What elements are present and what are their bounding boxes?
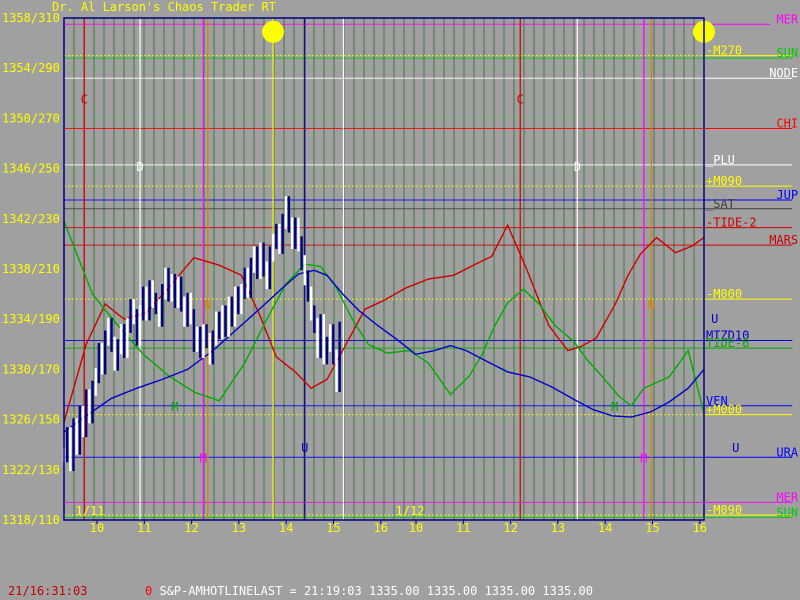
right-level-label: SUN	[776, 46, 798, 60]
y-tick-label: 1318/110	[2, 513, 60, 527]
y-tick-label: 1330/170	[2, 362, 60, 376]
event-marker-m: M	[171, 400, 178, 414]
right-labels: MER -M270 SUN NODE CHI _PLU +M090 JUP _SAT -TIDE-…	[706, 12, 799, 519]
event-marker-d: D	[136, 160, 143, 174]
status-time: 21/16:31:03	[8, 584, 88, 598]
event-marker-n: N	[648, 298, 655, 312]
event-marker-d: D	[574, 160, 581, 174]
right-level-label: MARS	[769, 233, 798, 247]
right-level-label: _SAT	[706, 197, 735, 211]
event-marker-m: M	[200, 451, 207, 465]
event-marker-u: U	[301, 441, 308, 455]
chart-title: Dr. Al Larson's Chaos Trader RT	[52, 0, 276, 14]
date-label: 1/12	[396, 504, 425, 518]
right-level-label: +M090	[706, 174, 742, 188]
status-prefix: 0	[145, 584, 153, 598]
y-tick-label: 1326/150	[2, 413, 60, 427]
y-tick-label: 1334/190	[2, 312, 60, 326]
right-level-label: NODE	[769, 66, 798, 80]
event-marker-u: U	[711, 312, 718, 326]
y-tick-label: 1342/230	[2, 212, 60, 226]
right-level-label: _PLU	[706, 153, 735, 167]
status-quote: 0 S&P-AMHOTLINELAST = 21:19:03 1335.00 1…	[145, 584, 593, 598]
right-level-label: -TIDE-2	[706, 216, 757, 230]
right-level-label: TIDE-6	[706, 336, 749, 350]
right-level-label: CHI	[776, 116, 798, 130]
right-level-label: URA	[776, 445, 798, 459]
right-level-label: MER	[776, 490, 798, 504]
y-tick-label: 1346/250	[2, 162, 60, 176]
event-marker-c: C	[517, 92, 524, 106]
event-marker-m: M	[640, 451, 647, 465]
right-level-label: -M000	[706, 287, 742, 301]
right-level-label: SUN	[776, 505, 798, 519]
sun-icon	[262, 20, 285, 43]
y-tick-label: 1338/210	[2, 262, 60, 276]
y-tick-label: 1354/290	[2, 61, 60, 75]
y-tick-label: 1322/130	[2, 463, 60, 477]
event-marker-n: N	[204, 298, 211, 312]
y-tick-label: 1350/270	[2, 111, 60, 125]
event-marker-c: C	[81, 92, 88, 106]
date-label: 1/11	[76, 504, 105, 518]
right-level-label: MER	[776, 12, 798, 26]
right-level-label: -M270	[706, 44, 742, 58]
right-level-label: JUP	[776, 188, 798, 202]
right-level-label: -M090	[706, 503, 742, 517]
event-marker-m: M	[611, 400, 618, 414]
chart-canvas: CDNMMUCDNMMUU 1358/3101354/2901350/27013…	[2, 11, 799, 535]
right-level-label: +M000	[706, 403, 742, 417]
status-text: S&P-AMHOTLINELAST = 21:19:03 1335.00 133…	[159, 584, 593, 598]
event-marker-u: U	[732, 441, 739, 455]
